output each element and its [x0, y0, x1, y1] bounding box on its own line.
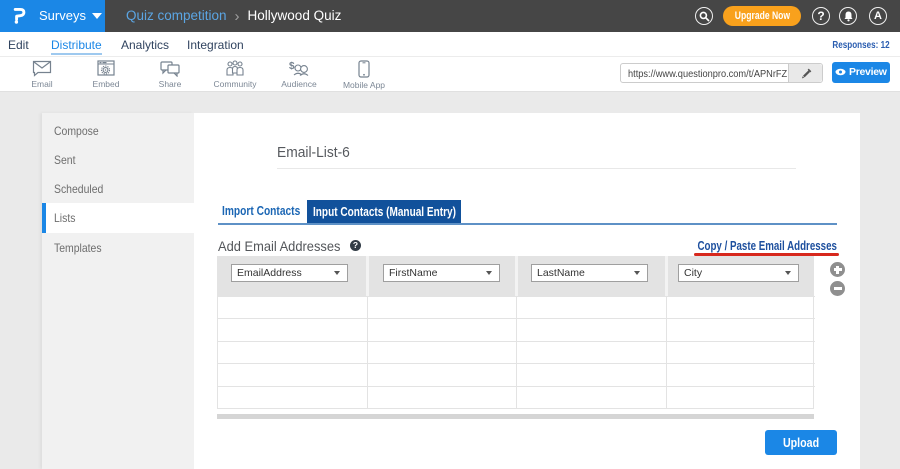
svg-text:$: $: [289, 61, 295, 72]
